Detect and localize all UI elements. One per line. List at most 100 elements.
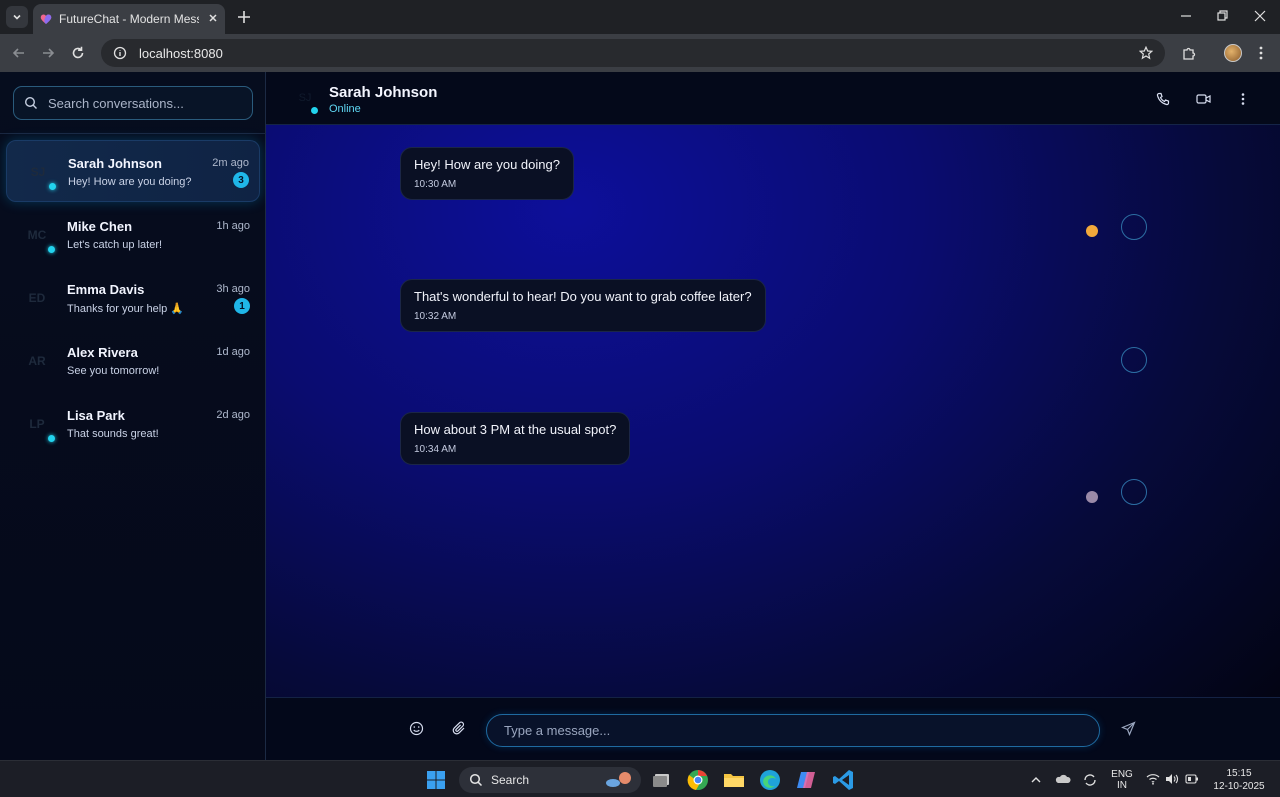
search-icon [24,96,37,109]
unread-badge: 1 [234,298,250,314]
browser-tab-bar: FutureChat - Modern Messagin [0,0,1280,34]
search-placeholder: Search conversations... [48,95,184,111]
browser-toolbar: localhost:8080 [0,34,1280,72]
message-time: 10:32 AM [414,311,457,322]
contact-name: Sarah Johnson [329,84,438,101]
online-indicator [49,183,56,190]
browser-menu-icon[interactable] [1258,45,1264,61]
online-indicator [311,107,318,114]
message-time: 10:34 AM [414,444,457,455]
phone-icon[interactable] [1156,92,1170,106]
wifi-icon[interactable] [1146,773,1160,785]
profile-avatar[interactable] [1224,44,1242,62]
contact-status: Online [329,103,361,115]
emoji-icon [1086,491,1098,503]
search-highlight-icon [606,772,631,787]
online-indicator [48,435,55,442]
conversation-time: 1d ago [216,346,250,358]
battery-icon[interactable] [1185,774,1199,784]
avatar: ED [28,291,46,305]
clock-time: 15:15 [1226,768,1252,779]
copilot-icon[interactable] [794,768,818,792]
emoji-smile-icon [1086,225,1098,237]
task-view-icon[interactable] [650,768,674,792]
system-clock[interactable]: 15:15 12-10-2025 [1208,768,1270,792]
more-options-icon[interactable] [1240,92,1246,106]
conversation-preview: Hey! How are you doing? [68,176,192,188]
video-call-icon[interactable] [1196,92,1211,106]
conversation-name: Lisa Park [67,408,125,423]
chat-main: SJ Sarah Johnson Online Hey! How are you… [266,72,1280,760]
search-icon [469,773,483,787]
chevron-up-icon[interactable] [1030,775,1042,785]
send-icon[interactable] [1121,721,1136,736]
conversation-time: 2d ago [216,409,250,421]
conversation-item-emma-davis[interactable]: ED Emma Davis 3h ago Thanks for your hel… [6,267,260,329]
conversation-name: Alex Rivera [67,345,138,360]
sender-avatar [1121,479,1147,505]
emoji-picker-icon[interactable] [409,721,424,736]
onedrive-icon[interactable] [1055,772,1071,786]
conversation-name: Mike Chen [67,219,133,234]
online-indicator [48,246,55,253]
browser-tab[interactable]: FutureChat - Modern Messagin [33,4,225,34]
conversation-name: Emma Davis [67,282,145,297]
chat-header: SJ Sarah Johnson Online [266,72,1280,125]
tab-list-dropdown[interactable] [6,6,28,28]
windows-start-icon[interactable] [426,770,446,790]
message-input[interactable]: Type a message... [486,714,1100,747]
os-taskbar: Search ENG IN 15:15 12-10-2025 [0,760,1280,797]
conversation-item-lisa-park[interactable]: LP Lisa Park 2d ago That sounds great! [6,393,260,455]
search-conversations-input[interactable]: Search conversations... [13,86,253,120]
close-window-icon[interactable] [1254,9,1266,23]
received-message: Hey! How are you doing? 10:30 AM [400,147,574,200]
conversation-item-mike-chen[interactable]: MC Mike Chen 1h ago Let's catch up later… [6,204,260,266]
conversation-preview: That sounds great! [67,428,159,440]
message-text: That's wonderful to hear! Do you want to… [414,289,752,304]
bookmark-star-icon[interactable] [1139,46,1153,60]
futurechat-app: Search conversations... SJ Sarah Johnson… [0,72,1280,760]
region-code: IN [1117,780,1127,791]
sidebar: Search conversations... SJ Sarah Johnson… [0,72,266,760]
vscode-icon[interactable] [832,768,856,792]
conversation-preview: Thanks for your help 🙏 [67,303,185,315]
message-composer: Type a message... [266,697,1280,760]
avatar: AR [28,354,46,368]
extensions-icon[interactable] [1181,45,1197,61]
conversation-item-alex-rivera[interactable]: AR Alex Rivera 1d ago See you tomorrow! [6,330,260,392]
taskbar-search[interactable]: Search [459,767,641,793]
conversation-preview: See you tomorrow! [67,365,160,377]
chrome-icon[interactable] [686,768,710,792]
minimize-icon[interactable] [1180,9,1192,23]
taskbar-search-label: Search [491,773,530,787]
conversation-time: 3h ago [216,283,250,295]
conversation-preview: Let's catch up later! [67,239,163,251]
sync-icon[interactable] [1082,772,1098,788]
forward-icon[interactable] [40,45,56,61]
address-bar[interactable]: localhost:8080 [101,39,1165,67]
new-tab-icon[interactable] [236,9,252,25]
edge-icon[interactable] [758,768,782,792]
attachment-icon[interactable] [452,721,467,736]
restore-icon[interactable] [1216,9,1228,23]
conversation-item-sarah-johnson[interactable]: SJ Sarah Johnson 2m ago Hey! How are you… [6,140,260,202]
close-tab-icon[interactable] [207,12,219,24]
tab-title: FutureChat - Modern Messagin [59,12,199,26]
volume-icon[interactable] [1165,773,1179,785]
back-icon[interactable] [11,45,27,61]
conversation-time: 1h ago [216,220,250,232]
unread-badge: 3 [233,172,249,188]
conversation-time: 2m ago [212,157,249,169]
message-text: How about 3 PM at the usual spot? [414,422,617,437]
received-message: That's wonderful to hear! Do you want to… [400,279,766,332]
site-info-icon[interactable] [113,46,127,60]
file-explorer-icon[interactable] [722,768,746,792]
sidebar-divider [0,133,266,134]
received-message: How about 3 PM at the usual spot? 10:34 … [400,412,631,465]
futurechat-favicon-icon [40,14,52,24]
clock-date: 12-10-2025 [1213,781,1265,792]
reload-icon[interactable] [70,45,86,61]
language-code: ENG [1111,769,1133,780]
language-indicator[interactable]: ENG IN [1108,769,1136,791]
sender-avatar [1121,347,1147,373]
